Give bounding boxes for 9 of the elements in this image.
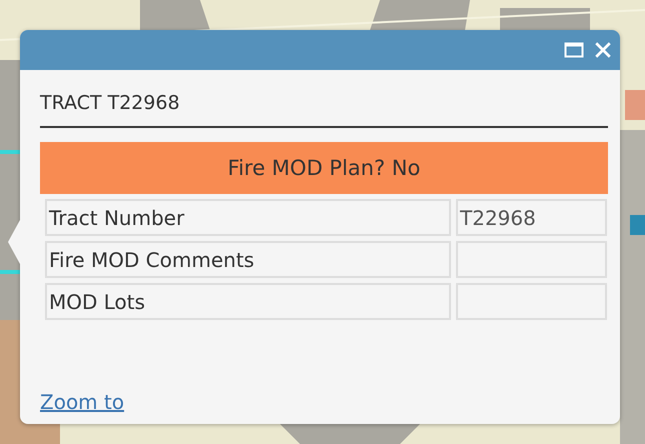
status-banner: Fire MOD Plan? No bbox=[40, 142, 608, 194]
table-cell: Tract Number bbox=[45, 199, 451, 236]
close-icon[interactable] bbox=[594, 41, 612, 59]
maximize-icon[interactable] bbox=[564, 41, 584, 59]
table-cell: MOD Lots bbox=[45, 283, 451, 320]
table-cell: Fire MOD Comments bbox=[45, 241, 451, 278]
zoom-to-link[interactable]: Zoom to bbox=[40, 390, 124, 414]
popup-title: TRACT T22968 bbox=[40, 70, 608, 128]
table-cell: T22968 bbox=[456, 199, 607, 236]
